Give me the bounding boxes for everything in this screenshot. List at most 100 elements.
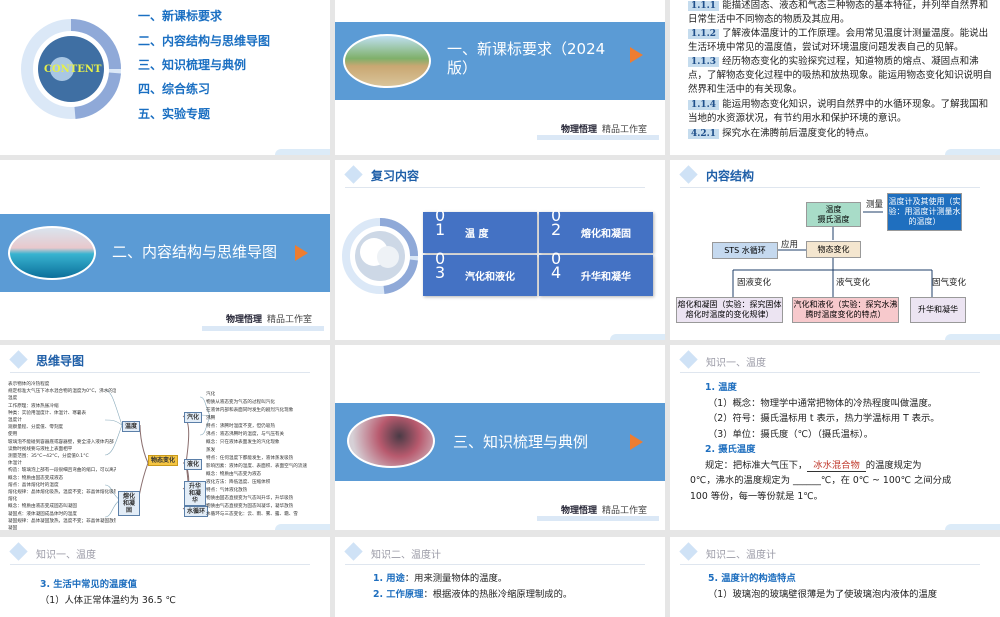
slide-title: 知识二、温度计 bbox=[371, 550, 441, 561]
footer-brand: 物理悟理 精品工作室 bbox=[560, 125, 647, 135]
mindmap-leaf: 特点：任何温度下都能发生，液体蒸发吸热 bbox=[206, 456, 294, 461]
mindmap-leaf: 熔化规律：晶体熔化吸热，温度不变；非晶体熔化吸热，温度升高 bbox=[8, 490, 116, 495]
footer-brand: 物理悟理 精品工作室 bbox=[560, 506, 647, 516]
mindmap-leaf: 概念：物质由气态变为液态 bbox=[206, 472, 262, 477]
symbol-line: （2）符号：摄氏温标用 t 表示，热力学温标用 T 表示。 bbox=[708, 413, 940, 424]
mindmap-leaf: 温度计 bbox=[8, 418, 22, 423]
slide-knowledge-1[interactable]: 知识一、温度 1. 温度 （1）概念：物理学中通常把物体的冷热程度叫做温度。 （… bbox=[670, 345, 1000, 530]
slide-review[interactable]: 复习内容 01 温 度 02 熔化和凝固 03 汽化和液化 04 升华和凝华 bbox=[335, 160, 665, 340]
mindmap-leaf: 凝固 bbox=[8, 526, 18, 530]
mindmap-node: 升华和凝华 bbox=[184, 481, 206, 506]
principle-line: 2. 工作原理：根据液体的热胀冷缩原理制成的。 bbox=[373, 589, 573, 600]
slide-knowledge-1b[interactable]: 知识一、温度 3. 生活中常见的温度值 （1）人体正常体温约为 36.5 ℃ bbox=[0, 537, 330, 617]
review-tile-4[interactable]: 04 升华和凝华 bbox=[539, 251, 653, 296]
mindmap-node: 汽化 bbox=[184, 412, 203, 423]
water-cycle-image bbox=[343, 34, 431, 88]
standard-5: 4.2.1 探究水在沸腾前后温度变化的特点。 bbox=[688, 127, 992, 141]
mindmap-leaf: 概念：物质由液态变成固态叫凝固 bbox=[8, 504, 77, 510]
mindmap-leaf: 构造：玻璃泡上部有一段很细且弯曲的缩口，可以离开人体读数 bbox=[8, 468, 116, 474]
slide-header: 知识一、温度 bbox=[679, 350, 980, 373]
mindmap-leaf: 工作原理：液体热胀冷缩 bbox=[8, 403, 59, 409]
section-band: 三、知识梳理与典例 bbox=[335, 403, 665, 481]
sublimation-box: 升华和凝华 bbox=[910, 297, 966, 323]
mindmap-leaf: 物质从液态变为气态的过程叫汽化 bbox=[206, 400, 275, 405]
corner-decoration bbox=[945, 524, 1000, 530]
corner-decoration bbox=[275, 524, 330, 530]
answer-blank[interactable]: 冰水混合物 bbox=[807, 460, 866, 472]
mindmap-leaf: 测量范围：35°C~42°C，分度值0.1°C bbox=[8, 454, 89, 459]
mindmap-center: 物态变化 bbox=[148, 455, 179, 466]
mindmap-leaf: 汽化 bbox=[206, 392, 216, 397]
heading-temperature: 1. 温度 bbox=[705, 382, 737, 393]
diamond-icon bbox=[344, 165, 363, 184]
mindmap-leaf: 沸点：液态沸腾时的温度，与气压有关 bbox=[206, 432, 285, 437]
section-title: 三、知识梳理与典例 bbox=[453, 433, 589, 451]
rule-line-3: 100 等份，每一等份就是 1℃。 bbox=[690, 491, 823, 502]
toc-item-5[interactable]: 五、实验专题 bbox=[138, 105, 210, 122]
rule-line-2: 0℃，沸水的温度规定为 ______℃，在 0℃ ~ 100℃ 之间分成 bbox=[690, 475, 952, 486]
review-tile-2[interactable]: 02 熔化和凝固 bbox=[539, 208, 653, 253]
toc-item-1[interactable]: 一、新课标要求 bbox=[138, 7, 222, 24]
diamond-icon bbox=[9, 542, 28, 561]
footer-bar bbox=[202, 326, 324, 331]
slide-toc[interactable]: CONTENT 一、新课标要求 二、内容结构与思维导图 三、知识梳理与典例 四、… bbox=[0, 0, 330, 155]
slide-section-1[interactable]: 一、新课标要求（2024版） 物理悟理 精品工作室 bbox=[335, 0, 665, 155]
diamond-icon bbox=[344, 542, 363, 561]
play-arrow-icon[interactable] bbox=[630, 434, 643, 450]
heading-celsius: 2. 摄氏温度 bbox=[705, 444, 756, 455]
thermometer-box: 温度计及其使用（实验：用温度计测量水的温度） bbox=[887, 193, 962, 231]
standard-3: 1.1.3 经历物态变化的实验探究过程，知道物质的熔点、凝固点和沸点，了解物态变… bbox=[688, 56, 993, 96]
slide-mindmap[interactable]: 思维导图 物态变化 温度 熔化和凝固 汽化 液化 升华和凝华 水循环 表示物体的… bbox=[0, 345, 330, 530]
slide-header: 知识二、温度计 bbox=[679, 542, 980, 565]
slide-section-2[interactable]: 二、内容结构与思维导图 物理悟理 精品工作室 bbox=[0, 160, 330, 340]
slide-standards[interactable]: 1.1.1 能描述固态、液态和气态三种物态的基本特征，并列举自然界和日常生活中不… bbox=[670, 0, 1000, 155]
toc-item-2[interactable]: 二、内容结构与思维导图 bbox=[138, 32, 270, 49]
corner-decoration bbox=[610, 334, 665, 340]
frost-tree-ring bbox=[342, 218, 418, 294]
toc-item-4[interactable]: 四、综合练习 bbox=[138, 80, 210, 97]
melting-box: 熔化和凝固（实验：探究固体熔化时温度的变化规律） bbox=[676, 297, 783, 323]
slide-title: 知识二、温度计 bbox=[706, 550, 776, 561]
slide-section-3[interactable]: 三、知识梳理与典例 物理悟理 精品工作室 bbox=[335, 345, 665, 530]
corner-decoration bbox=[945, 334, 1000, 340]
section-title: 二、内容结构与思维导图 bbox=[112, 243, 278, 261]
slide-knowledge-2[interactable]: 知识二、温度计 1. 用途：用来测量物体的温度。 2. 工作原理：根据液体的热胀… bbox=[335, 537, 665, 617]
slide-knowledge-2b[interactable]: 知识二、温度计 5. 温度计的构造特点 （1）玻璃泡的玻璃壁很薄是为了使玻璃泡内… bbox=[670, 537, 1000, 617]
liquid-gas-label: 液气变化 bbox=[836, 278, 871, 288]
state-change-box: 物态变化 bbox=[806, 241, 861, 258]
mindmap-node: 水循环 bbox=[184, 506, 209, 517]
slide-title: 知识一、温度 bbox=[706, 358, 766, 369]
mindmap-leaf: 蒸发 bbox=[206, 448, 216, 453]
review-tile-1[interactable]: 01 温 度 bbox=[423, 208, 537, 253]
footer-bar bbox=[537, 516, 659, 521]
content-emblem: CONTENT bbox=[44, 64, 102, 75]
slide-title: 知识一、温度 bbox=[36, 550, 96, 561]
mindmap-leaf: 概念：物质由固态变成液态 bbox=[8, 475, 64, 481]
standard-1: 1.1.1 能描述固态、液态和气态三种物态的基本特征，并列举自然界和日常生活中不… bbox=[688, 0, 989, 26]
mindmap-leaf: 玻璃泡不能碰到容器底或容器壁，要全浸入液体内部 bbox=[8, 439, 114, 445]
mindmap-node: 熔化和凝固 bbox=[118, 491, 140, 516]
guitarist-image bbox=[347, 414, 435, 468]
mindmap-leaf: 规定标准大气压下冰水混合物的温度为0°C，沸水的温度100°C bbox=[8, 389, 116, 395]
rule-line: 规定：把标准大气压下， 冰水混合物 的温度规定为 bbox=[705, 460, 922, 472]
play-arrow-icon[interactable] bbox=[630, 47, 643, 63]
body-line: （1）人体正常体温约为 36.5 ℃ bbox=[40, 595, 176, 606]
heading-structure: 5. 温度计的构造特点 bbox=[708, 573, 796, 584]
slide-structure[interactable]: 内容结构 温度 摄氏温度 测量 温度计及其使用（实验：用温度计测量水的温度） 应… bbox=[670, 160, 1000, 340]
mindmap-leaf: 体温计 bbox=[8, 461, 22, 467]
review-tile-3[interactable]: 03 汽化和液化 bbox=[423, 251, 537, 296]
unit-line: （3）单位：摄氏度（℃）（摄氏温标）。 bbox=[708, 429, 874, 440]
play-arrow-icon[interactable] bbox=[295, 245, 308, 261]
measure-label: 测量 bbox=[866, 200, 884, 210]
mindmap-leaf: 读数时视线要与液柱上表面相平 bbox=[8, 446, 73, 452]
corner-decoration bbox=[275, 149, 330, 155]
footer-bar bbox=[537, 135, 659, 140]
mindmap-leaf: 观察量程、分度值、零刻度 bbox=[8, 425, 64, 431]
mindmap-leaf: 表示物体的冷热程度 bbox=[8, 382, 50, 387]
toc-item-3[interactable]: 三、知识梳理与典例 bbox=[138, 56, 246, 73]
mindmap-leaf: 在液体内部和表面同时发生的剧烈汽化现象 bbox=[206, 408, 294, 413]
solid-liquid-label: 固液变化 bbox=[737, 278, 772, 288]
mindmap-leaf: 使用 bbox=[8, 432, 18, 438]
footer-brand: 物理悟理 精品工作室 bbox=[225, 315, 312, 325]
mindmap-leaf: 概念：只在液体表面发生的汽化现象 bbox=[206, 440, 280, 445]
